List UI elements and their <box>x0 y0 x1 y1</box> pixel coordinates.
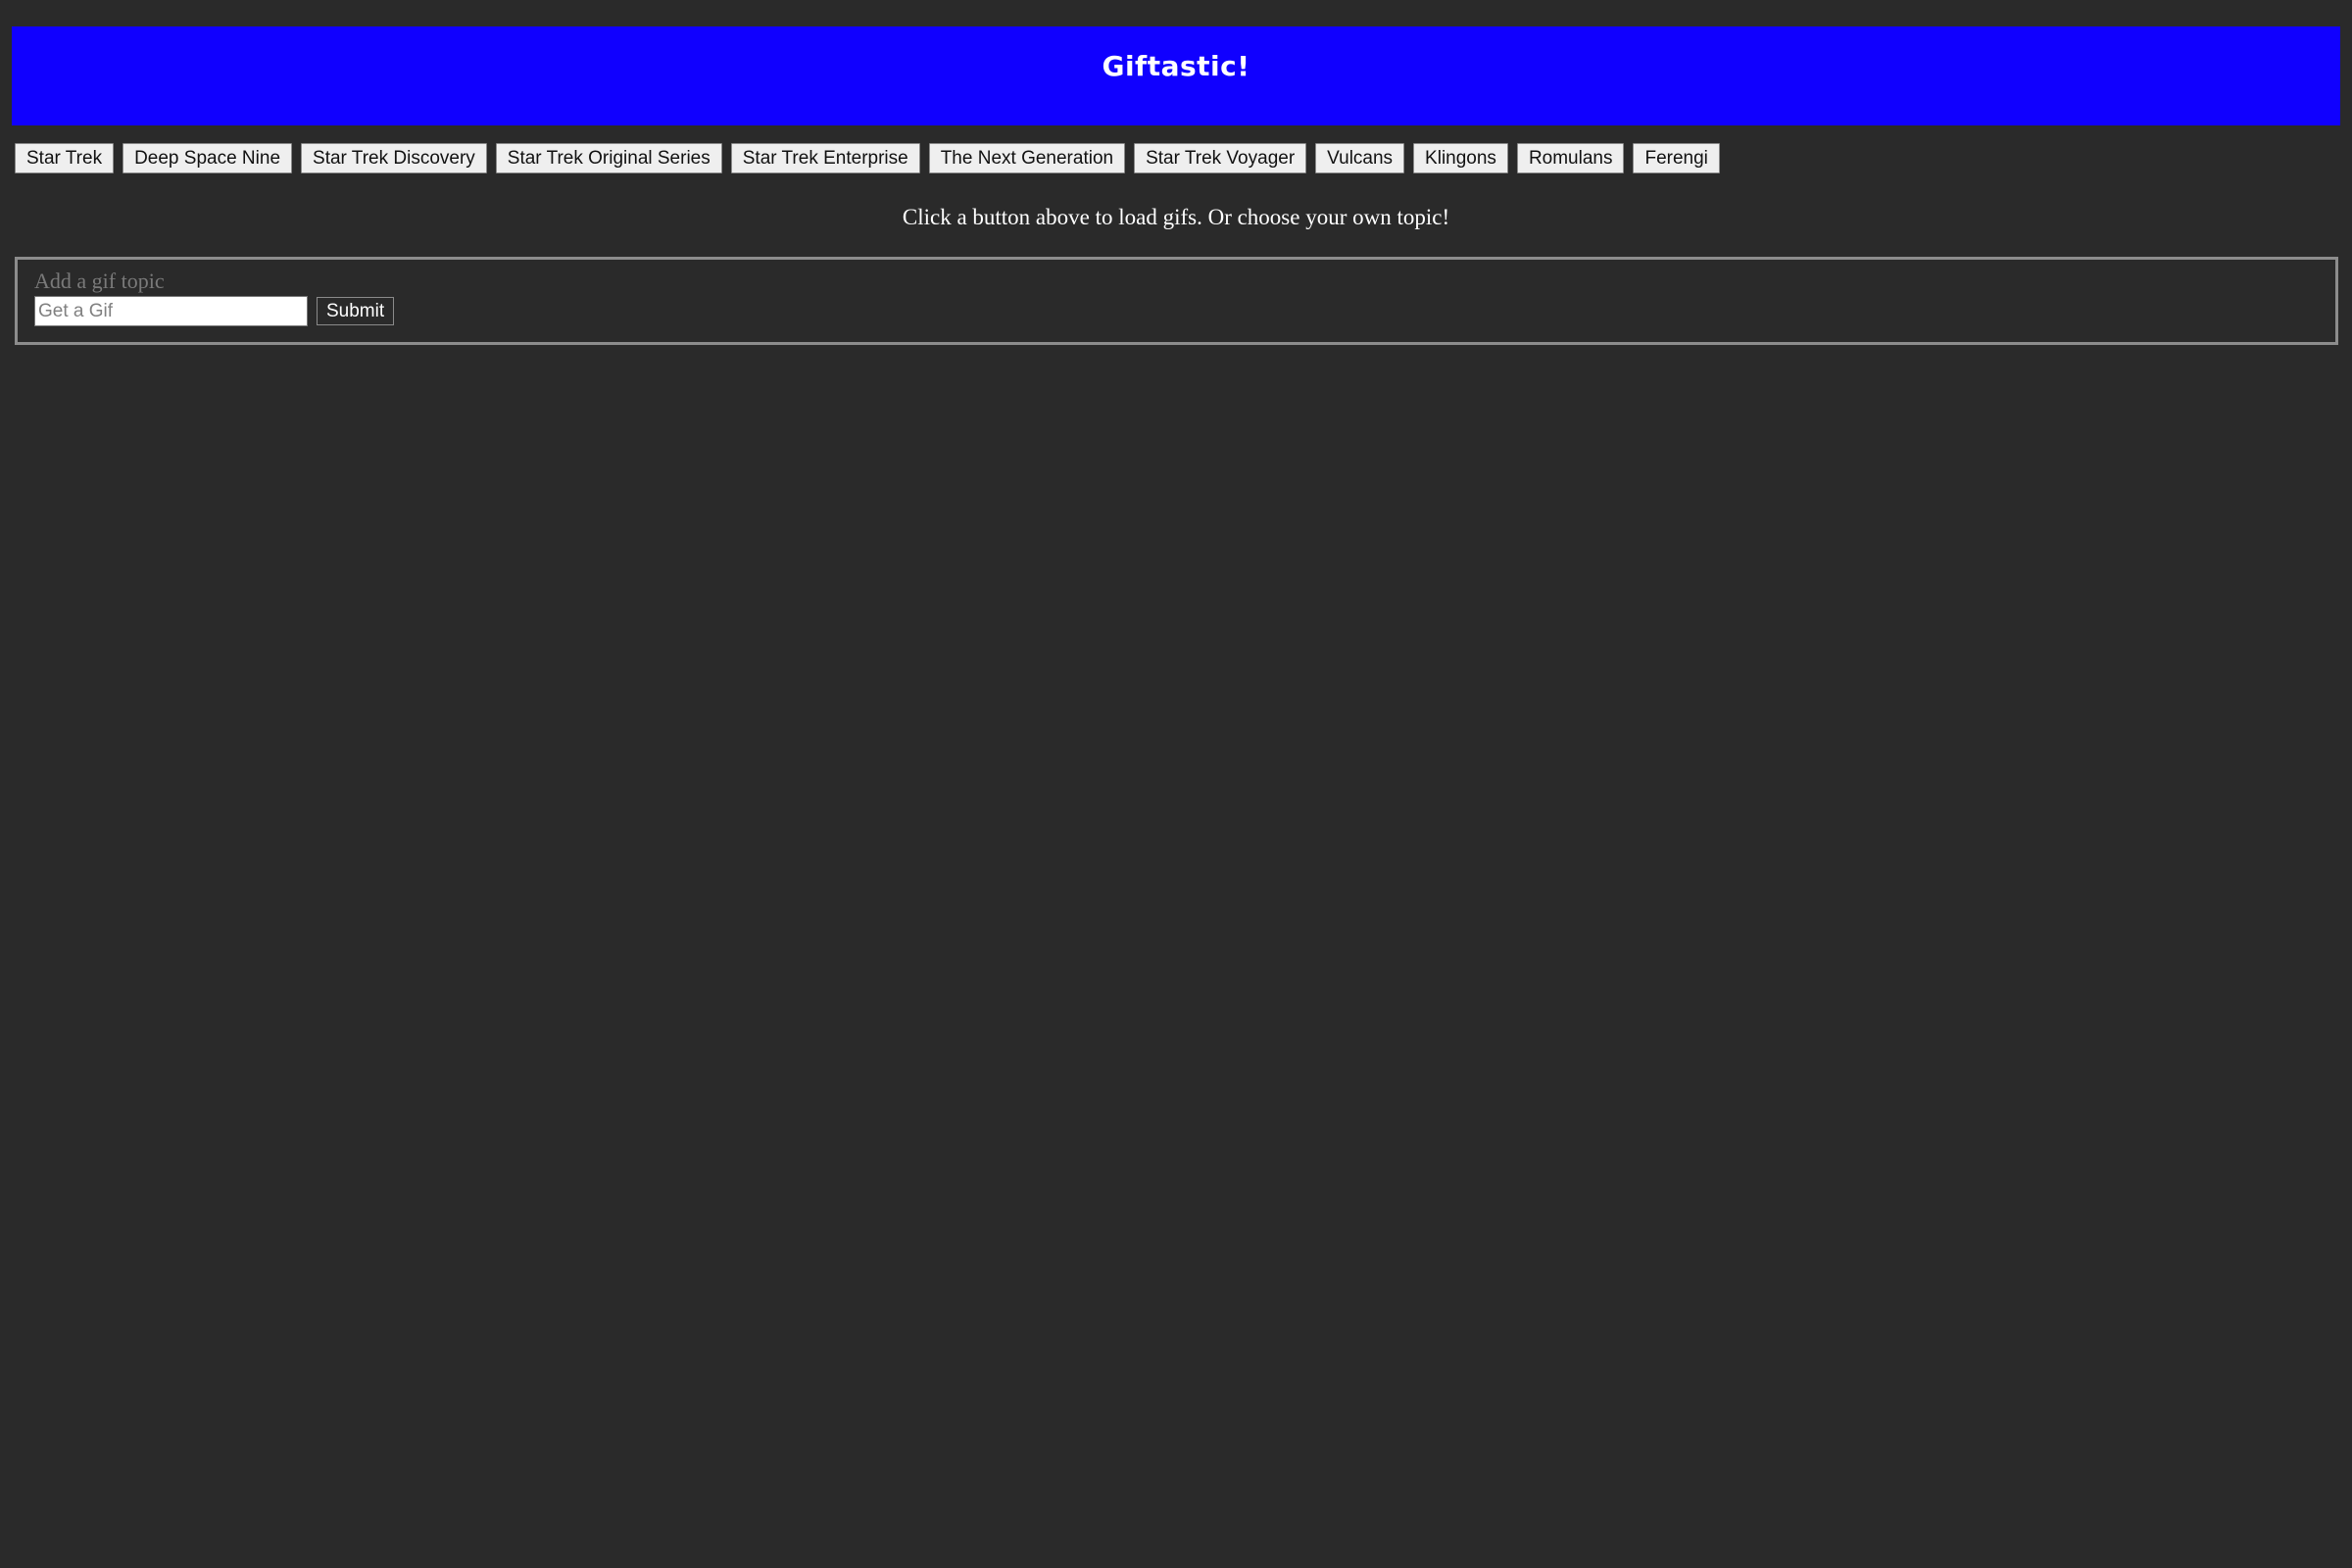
page-title: Giftastic! <box>1102 50 1250 82</box>
topic-button-star-trek[interactable]: Star Trek <box>15 143 115 173</box>
header-banner: Giftastic! <box>12 26 2340 125</box>
topic-button-star-trek-original-series[interactable]: Star Trek Original Series <box>495 143 722 173</box>
topic-button-bar: Star Trek Deep Space Nine Star Trek Disc… <box>15 143 1720 173</box>
add-topic-panel: Add a gif topic Submit <box>15 257 2338 345</box>
topic-button-romulans[interactable]: Romulans <box>1516 143 1625 173</box>
topic-button-star-trek-voyager[interactable]: Star Trek Voyager <box>1134 143 1307 173</box>
topic-button-the-next-generation[interactable]: The Next Generation <box>928 143 1126 173</box>
topic-button-vulcans[interactable]: Vulcans <box>1315 143 1405 173</box>
topic-button-deep-space-nine[interactable]: Deep Space Nine <box>122 143 293 173</box>
topic-button-star-trek-discovery[interactable]: Star Trek Discovery <box>301 143 487 173</box>
topic-button-klingons[interactable]: Klingons <box>1413 143 1508 173</box>
add-topic-label: Add a gif topic <box>34 269 165 293</box>
instructions-text: Click a button above to load gifs. Or ch… <box>902 205 1450 229</box>
topic-button-ferengi[interactable]: Ferengi <box>1633 143 1720 173</box>
submit-button[interactable]: Submit <box>317 297 395 325</box>
gif-topic-input[interactable] <box>34 296 308 326</box>
topic-button-star-trek-enterprise[interactable]: Star Trek Enterprise <box>730 143 920 173</box>
